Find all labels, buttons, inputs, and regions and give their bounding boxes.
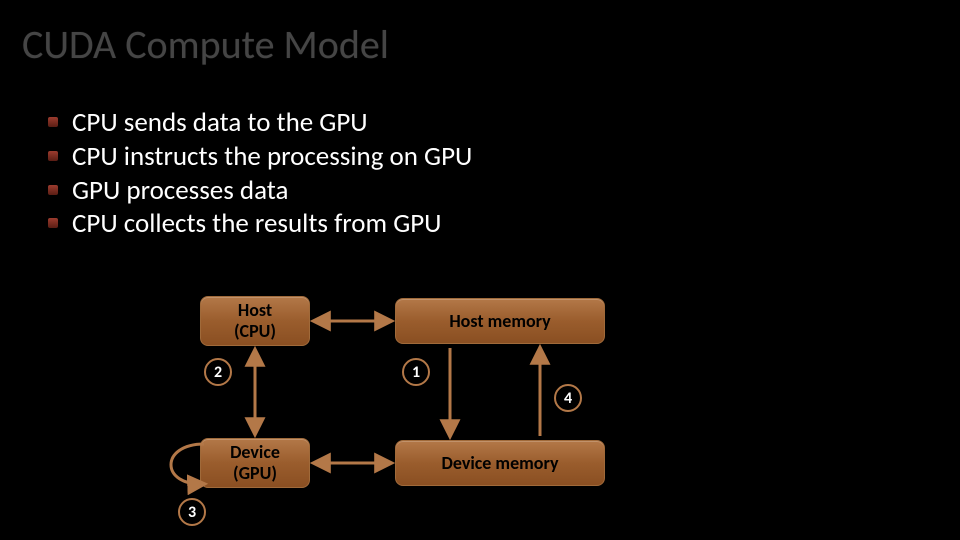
step-badge-4: 4 [554, 384, 582, 412]
box-device-gpu: Device(GPU) [200, 438, 310, 488]
step-badge-3: 3 [178, 498, 206, 526]
box-device-memory: Device memory [395, 440, 605, 486]
step-badge-1: 1 [402, 358, 430, 386]
step-badge-2: 2 [204, 358, 232, 386]
box-host-cpu: Host(CPU) [200, 296, 310, 346]
box-host-memory: Host memory [395, 298, 605, 344]
diagram: Host(CPU) Device(GPU) Host memory Device… [0, 0, 960, 540]
